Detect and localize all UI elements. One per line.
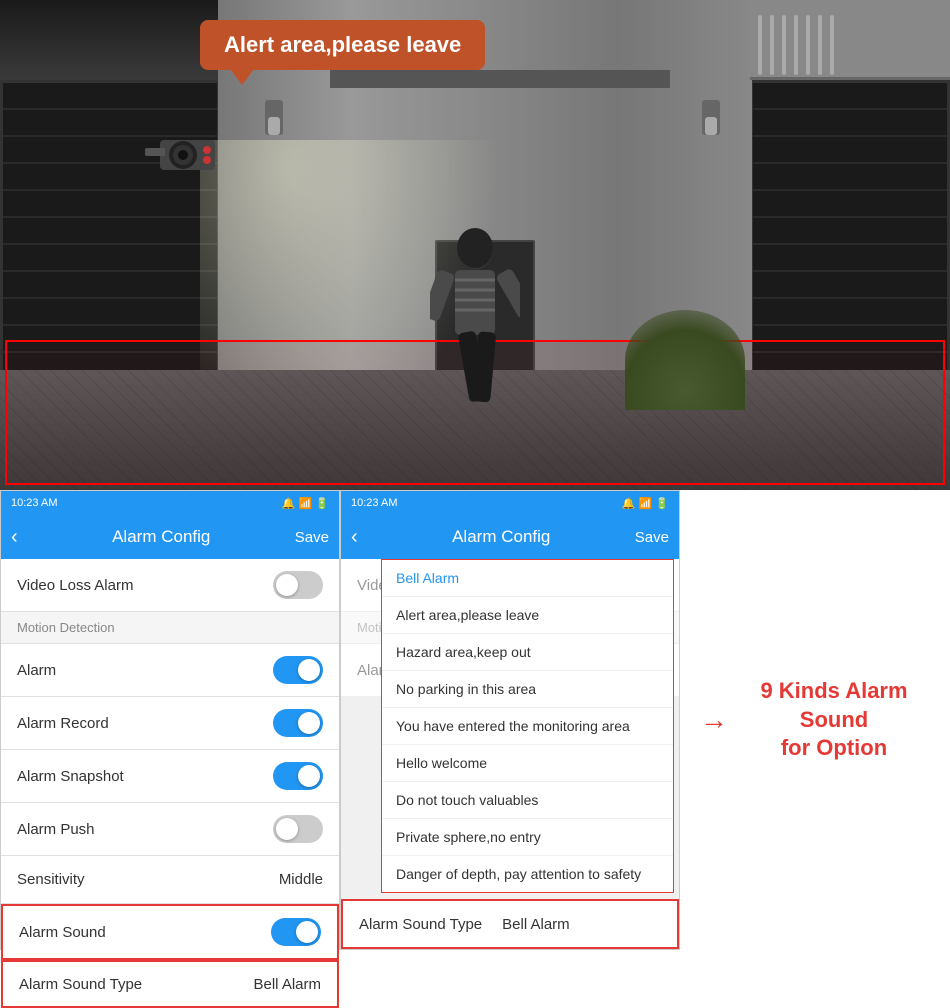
right-back-button[interactable]: ‹ (351, 526, 358, 549)
railing-post (794, 15, 798, 75)
motion-detection-label: Motion Detection (17, 620, 115, 635)
alarm-snapshot-label: Alarm Snapshot (17, 768, 124, 785)
alert-text: Alert area,please leave (224, 32, 461, 57)
dropdown-item-4[interactable]: No parking in this area (382, 671, 673, 708)
alarm-sound-type-bottom-label: Alarm Sound Type (359, 916, 482, 933)
alarm-sound-type-value[interactable]: Bell Alarm (253, 976, 321, 993)
annotation-box: 9 Kinds Alarm Sound for Option (738, 677, 930, 763)
sensitivity-value[interactable]: Middle (279, 871, 323, 888)
dropdown-item-1[interactable]: Bell Alarm (382, 560, 673, 597)
alarm-sound-item: Alarm Sound (1, 904, 339, 960)
dropdown-item-8[interactable]: Private sphere,no entry (382, 819, 673, 856)
railing-post (770, 15, 774, 75)
shrub-shape (625, 310, 745, 410)
video-loss-toggle[interactable] (273, 571, 323, 599)
door-overhang (330, 70, 670, 88)
sensitivity-label: Sensitivity (17, 871, 85, 888)
alarm-item: Alarm (1, 644, 339, 697)
alarm-record-label: Alarm Record (17, 715, 109, 732)
phone-right: 10:23 AM 🔔 📶 🔋 ‹ Alarm Config Save Video… (340, 490, 680, 950)
wall-lamp-left (265, 100, 283, 135)
bottom-panels: 10:23 AM 🔔 📶 🔋 ‹ Alarm Config Save Video… (0, 490, 950, 950)
alarm-sound-dropdown[interactable]: Bell Alarm Alert area,please leave Hazar… (381, 559, 674, 893)
left-nav-bar: ‹ Alarm Config Save (1, 515, 339, 559)
dropdown-item-5[interactable]: You have entered the monitoring area (382, 708, 673, 745)
alert-bubble: Alert area,please leave (200, 20, 485, 70)
balcony (750, 0, 950, 80)
alarm-sound-label: Alarm Sound (19, 924, 106, 941)
video-loss-alarm-item: Video Loss Alarm (1, 559, 339, 612)
alarm-snapshot-item: Alarm Snapshot (1, 750, 339, 803)
person-svg (430, 220, 520, 420)
alarm-push-toggle[interactable] (273, 815, 323, 843)
railing-post (758, 15, 762, 75)
dropdown-item-6[interactable]: Hello welcome (382, 745, 673, 782)
camera-svg (145, 130, 230, 180)
alarm-push-label: Alarm Push (17, 821, 95, 838)
alarm-toggle[interactable] (273, 656, 323, 684)
right-nav-title: Alarm Config (368, 527, 635, 547)
motion-detection-section: Motion Detection (1, 612, 339, 644)
lamp-light (268, 117, 280, 135)
annotation-text-line1: 9 Kinds Alarm Sound (738, 677, 930, 734)
alarm-record-item: Alarm Record (1, 697, 339, 750)
alarm-snapshot-toggle[interactable] (273, 762, 323, 790)
alarm-push-item: Alarm Push (1, 803, 339, 856)
alarm-sound-type-label: Alarm Sound Type (19, 976, 142, 993)
alarm-sound-type-bar[interactable]: Alarm Sound Type Bell Alarm (341, 899, 679, 949)
left-status-bar: 10:23 AM 🔔 📶 🔋 (1, 491, 339, 515)
dropdown-item-7[interactable]: Do not touch valuables (382, 782, 673, 819)
alarm-label: Alarm (17, 662, 56, 679)
left-settings-list: Video Loss Alarm Motion Detection Alarm … (1, 559, 339, 1008)
left-nav-title: Alarm Config (28, 527, 295, 547)
right-status-icons: 🔔 📶 🔋 (622, 497, 669, 510)
lamp-light-r (705, 117, 717, 135)
railing-post (782, 15, 786, 75)
hero-section: Alert area,please leave (0, 0, 950, 490)
phone-left: 10:23 AM 🔔 📶 🔋 ‹ Alarm Config Save Video… (0, 490, 340, 950)
railing-post (818, 15, 822, 75)
left-status-icons: 🔔 📶 🔋 (282, 497, 329, 510)
left-time: 10:23 AM (11, 497, 57, 509)
annotation-row: → 9 Kinds Alarm Sound for Option (700, 677, 930, 763)
alarm-record-toggle[interactable] (273, 709, 323, 737)
person-figure (430, 220, 520, 423)
wall-lamp-right (702, 100, 720, 135)
right-save-button[interactable]: Save (635, 529, 669, 546)
alarm-sound-toggle[interactable] (271, 918, 321, 946)
annotation-arrow: → (700, 704, 728, 736)
dropdown-item-2[interactable]: Alert area,please leave (382, 597, 673, 634)
balcony-railing (750, 0, 950, 80)
left-save-button[interactable]: Save (295, 529, 329, 546)
dropdown-item-9[interactable]: Danger of depth, pay attention to safety (382, 856, 673, 892)
alarm-sound-type-bottom-value: Bell Alarm (502, 916, 570, 933)
camera-mount (145, 130, 230, 185)
video-loss-label: Video Loss Alarm (17, 577, 133, 594)
annotation-text-line2: for Option (738, 734, 930, 763)
railing-post (830, 15, 834, 75)
right-nav-bar: ‹ Alarm Config Save (341, 515, 679, 559)
annotation-area: → 9 Kinds Alarm Sound for Option (680, 490, 950, 950)
right-time: 10:23 AM (351, 497, 397, 509)
railing-post (806, 15, 810, 75)
right-status-bar: 10:23 AM 🔔 📶 🔋 (341, 491, 679, 515)
sensitivity-item: Sensitivity Middle (1, 856, 339, 904)
dropdown-item-3[interactable]: Hazard area,keep out (382, 634, 673, 671)
shrubs (625, 310, 745, 410)
house-structure (0, 0, 950, 490)
left-back-button[interactable]: ‹ (11, 526, 18, 549)
alarm-sound-type-item[interactable]: Alarm Sound Type Bell Alarm (1, 960, 339, 1008)
